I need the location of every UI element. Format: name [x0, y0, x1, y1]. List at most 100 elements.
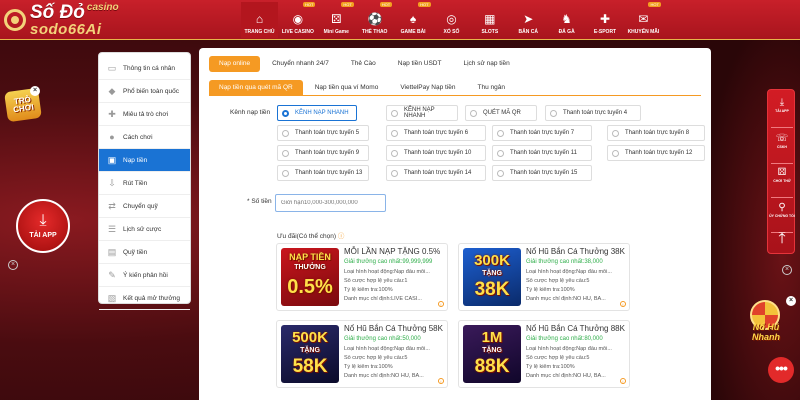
- nav-label: KHUYẾN MÃI: [627, 29, 660, 35]
- channel-option-8[interactable]: Thanh toán trực tuyến 9: [277, 145, 369, 161]
- nav-item-0[interactable]: ⌂ TRANG CHỦ: [241, 2, 278, 38]
- top-header: Số Đỏ casino sodo66Ai ⌂ TRANG CHỦ ◉ LIVE CAS…: [0, 0, 800, 40]
- channel-label-text: Thanh toán trực tuyến 14: [404, 170, 472, 176]
- channel-label-text: Thanh toán trực tuyến 15: [510, 170, 578, 176]
- tab-secondary-3[interactable]: Thu ngân: [467, 80, 514, 95]
- radio-icon: [497, 149, 504, 157]
- channel-option-0[interactable]: KÊNH NẠP NHANH: [277, 105, 357, 121]
- channel-option-14[interactable]: Thanh toán trực tuyến 15: [492, 165, 592, 181]
- side-item-2[interactable]: ✚ Miêu tả trò chơi: [99, 103, 190, 126]
- side-item-0[interactable]: ▭ Thông tin cá nhân: [99, 57, 190, 80]
- channel-option-2[interactable]: QUÉT MÃ QR: [465, 105, 537, 121]
- tab-secondary-0[interactable]: Nạp tiền qua quét mã QR: [209, 80, 303, 95]
- right-panel-item-0[interactable]: ⤓ TẢI APP: [768, 97, 796, 113]
- promo-card-0[interactable]: NẠP TIỀN THƯỞNG 0.5% MỖI LẦN NẠP TẶNG 0.5% G…: [276, 243, 448, 311]
- promo-card-1[interactable]: 300K TẶNG 38K Nổ Hũ Bắn Cá Thưởng 38K Giải t…: [458, 243, 630, 311]
- channel-option-4[interactable]: Thanh toán trực tuyến 5: [277, 125, 369, 141]
- side-item-10[interactable]: ▧ Kết quả mở thưởng: [99, 287, 190, 310]
- nav-item-9[interactable]: ✚ E-SPORT: [587, 2, 624, 38]
- channel-option-5[interactable]: Thanh toán trực tuyến 6: [386, 125, 486, 141]
- promo-img-big: 88K: [474, 356, 510, 377]
- promo-img-mid: THƯỞNG: [294, 264, 326, 271]
- tab-primary-3[interactable]: Nạp tiền USDT: [388, 56, 452, 72]
- promo-detail: Loại hình hoạt động:Nạp đầu mỗi...: [344, 269, 430, 275]
- tab-secondary-1[interactable]: Nạp tiền qua ví Momo: [305, 80, 389, 95]
- channel-option-10[interactable]: Thanh toán trực tuyến 11: [492, 145, 592, 161]
- fish-icon: ➤: [523, 12, 534, 26]
- channel-option-6[interactable]: Thanh toán trực tuyến 7: [492, 125, 592, 141]
- nav-item-3[interactable]: ⚽ THỂ THAO HOT: [356, 2, 393, 38]
- tab-primary-4[interactable]: Lịch sử nạp tiền: [453, 56, 519, 72]
- channel-option-1[interactable]: KÊNH NẠP NHANH: [386, 105, 458, 121]
- right-panel-item-2[interactable]: ⚄ CHƠI THỬ: [768, 167, 796, 183]
- radio-icon: [497, 169, 504, 177]
- side-item-6[interactable]: ⇄ Chuyển quỹ: [99, 195, 190, 218]
- side-item-3[interactable]: ● Cách chơi: [99, 126, 190, 149]
- right-panel-item-1[interactable]: ☏ CSKH: [768, 133, 796, 149]
- promo-max: Giải thưởng cao nhất:50,000: [344, 336, 421, 342]
- promo-img-mid: TẶNG: [482, 270, 502, 277]
- promo-card-2[interactable]: 500K TẶNG 58K Nổ Hũ Bắn Cá Thưởng 58K Giải t…: [276, 320, 448, 388]
- channel-option-3[interactable]: Thanh toán trực tuyến 4: [545, 105, 641, 121]
- nav-item-6[interactable]: ▦ SLOTS: [471, 2, 508, 38]
- promo-detail: Loại hình hoạt động:Nạp đầu mỗi...: [526, 346, 612, 352]
- nav-item-5[interactable]: ◎ XỔ SỐ: [433, 2, 470, 38]
- tab-secondary-2[interactable]: ViettelPay Nạp tiền: [390, 80, 465, 95]
- close-no-hu-icon[interactable]: ×: [786, 296, 796, 306]
- channel-label-text: Thanh toán trực tuyến 10: [404, 150, 472, 156]
- channel-option-11[interactable]: Thanh toán trực tuyến 12: [607, 145, 705, 161]
- nav-item-10[interactable]: ✉ KHUYẾN MÃI HOT: [625, 2, 662, 38]
- site-logo[interactable]: Số Đỏ casino sodo66Ai: [4, 2, 174, 38]
- nav-item-2[interactable]: ⚄ Mini Game HOT: [318, 2, 355, 38]
- channel-option-12[interactable]: Thanh toán trực tuyến 13: [277, 165, 369, 181]
- side-item-label: Nạp tiền: [123, 156, 148, 164]
- side-item-5[interactable]: ⇩ Rút Tiền: [99, 172, 190, 195]
- channel-option-9[interactable]: Thanh toán trực tuyến 10: [386, 145, 486, 161]
- nav-item-7[interactable]: ➤ BẮN CÁ: [510, 2, 547, 38]
- close-right-panel-icon[interactable]: ×: [782, 265, 792, 275]
- radio-icon: [497, 129, 504, 137]
- promo-detail: Loại hình hoạt động:Nạp đầu mỗi...: [526, 269, 612, 275]
- link-icon: ⚲: [778, 202, 786, 213]
- promo-label-text: Ưu đãi(Có thể chọn): [277, 233, 337, 240]
- right-panel-item-3[interactable]: ⚲ ỦY CHỨNG TỐI: [768, 202, 796, 218]
- radio-icon: [391, 129, 398, 137]
- right-panel-item-4[interactable]: ⤒: [768, 230, 796, 248]
- right-panel-label: ỦY CHỨNG TỐI: [769, 214, 795, 218]
- close-tro-choi-icon[interactable]: ×: [30, 86, 40, 96]
- no-hu-nhanh-badge[interactable]: Nổ Hũ Nhanh: [738, 300, 794, 342]
- info-icon[interactable]: i: [438, 301, 444, 307]
- promo-card-3[interactable]: 1M TẶNG 88K Nổ Hũ Bắn Cá Thưởng 88K Giải thư…: [458, 320, 630, 388]
- hot-badge: HOT: [418, 2, 431, 7]
- info-icon[interactable]: i: [438, 378, 444, 384]
- tab-primary-0[interactable]: Nạp online: [209, 56, 261, 72]
- channel-option-7[interactable]: Thanh toán trực tuyến 8: [607, 125, 705, 141]
- dice-icon: ⚄: [777, 167, 787, 178]
- tab-primary-1[interactable]: Chuyển nhanh 24/7: [262, 56, 339, 72]
- side-item-7[interactable]: ☰ Lịch sử cược: [99, 218, 190, 241]
- info-icon[interactable]: i: [620, 301, 626, 307]
- promo-label: Ưu đãi(Có thể chọn) ⓘ: [277, 230, 344, 240]
- promo-detail: Tỷ lệ kiểm tra:100%: [344, 364, 393, 370]
- main-nav: ⌂ TRANG CHỦ ◉ LIVE CASINO HOT ⚄ Mini Game HOT ⚽ T…: [241, 2, 663, 38]
- nav-item-4[interactable]: ♠ GAME BÀI HOT: [395, 2, 432, 38]
- tab-primary-2[interactable]: Thẻ Cào: [341, 56, 386, 72]
- info-icon[interactable]: i: [620, 378, 626, 384]
- nav-item-8[interactable]: ♞ ĐÁ GÀ: [548, 2, 585, 38]
- promo-max: Giải thưởng cao nhất:80,000: [526, 336, 603, 342]
- nav-item-1[interactable]: ◉ LIVE CASINO HOT: [279, 2, 316, 38]
- promo-info-icon: ⓘ: [337, 233, 345, 240]
- close-tai-app-icon[interactable]: ×: [8, 260, 18, 270]
- side-item-1[interactable]: ◆ Phổ biến toàn quốc: [99, 80, 190, 103]
- channel-option-13[interactable]: Thanh toán trực tuyến 14: [386, 165, 486, 181]
- side-item-4[interactable]: ▣ Nạp tiền: [99, 149, 190, 172]
- download-icon: ⤓: [779, 97, 785, 108]
- side-item-9[interactable]: ✎ Ý kiến phản hồi: [99, 264, 190, 287]
- more-options-button[interactable]: •••: [768, 357, 794, 383]
- radio-icon: [470, 109, 477, 117]
- id-card-icon: ▭: [107, 63, 117, 73]
- promo-img-big: 0.5%: [287, 276, 333, 298]
- amount-input[interactable]: [275, 194, 386, 212]
- tai-app-button[interactable]: ⤓ TẢI APP: [16, 199, 70, 253]
- side-item-8[interactable]: ▤ Quỹ tiền: [99, 241, 190, 264]
